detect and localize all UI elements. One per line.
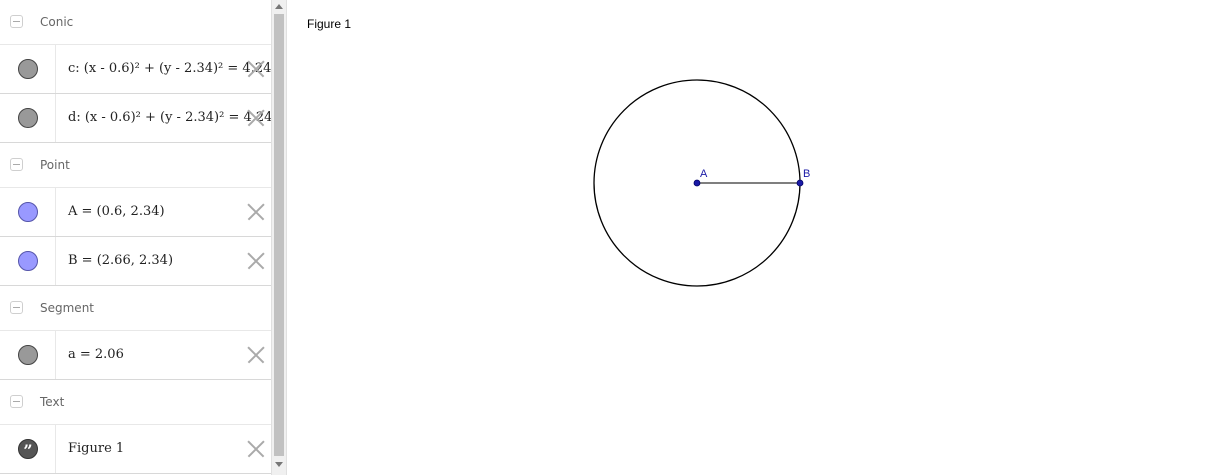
delete-icon[interactable] [247,60,265,78]
marble-icon[interactable] [18,202,38,222]
delete-icon[interactable] [247,203,265,221]
algebra-item-c[interactable]: c: (x - 0.6)² + (y - 2.34)² = 4.24 [0,45,271,94]
algebra-item-a[interactable]: A = (0.6, 2.34) [0,188,271,237]
algebra-expression[interactable]: c: (x - 0.6)² + (y - 2.34)² = 4.24 [68,45,271,93]
algebra-scrollbar[interactable] [271,0,287,475]
scroll-down-icon[interactable] [275,462,283,467]
algebra-expression[interactable]: a = 2.06 [68,331,124,379]
collapse-icon[interactable] [10,15,23,28]
quote-icon[interactable]: ” [18,439,38,460]
group-header-segment: Segment [0,286,271,331]
visibility-toggle[interactable] [0,237,56,285]
delete-icon[interactable] [247,109,265,127]
group-title: Conic [40,15,74,29]
scroll-up-icon[interactable] [275,4,283,9]
visibility-toggle[interactable] [0,45,56,93]
point-b-label: B [803,168,810,180]
marble-icon[interactable] [18,108,38,128]
marble-icon[interactable] [18,251,38,271]
group-header-text: Text [0,380,271,425]
algebra-expression[interactable]: d: (x - 0.6)² + (y - 2.34)² = 4.24 [68,94,271,142]
marble-icon[interactable] [18,59,38,79]
algebra-expression[interactable]: B = (2.66, 2.34) [68,237,173,285]
group-header-conic: Conic [0,0,271,45]
point-b[interactable] [796,179,804,187]
point-a-label: A [700,168,708,180]
algebra-expression[interactable]: Figure 1 [68,425,124,473]
collapse-icon[interactable] [10,301,23,314]
algebra-view: Conic c: (x - 0.6)² + (y - 2.34)² = 4.24… [0,0,272,475]
collapse-icon[interactable] [10,158,23,171]
algebra-item-segment-a[interactable]: a = 2.06 [0,331,271,380]
group-header-point: Point [0,143,271,188]
algebra-item-text[interactable]: ” Figure 1 [0,425,271,474]
marble-icon[interactable] [18,345,38,365]
point-a[interactable] [693,179,701,187]
visibility-toggle[interactable] [0,188,56,236]
group-title: Point [40,158,70,172]
scroll-thumb[interactable] [274,14,284,456]
collapse-icon[interactable] [10,395,23,408]
visibility-toggle[interactable] [0,331,56,379]
algebra-item-d[interactable]: d: (x - 0.6)² + (y - 2.34)² = 4.24 [0,94,271,143]
graphics-canvas[interactable]: A B [292,0,1216,475]
group-title: Text [40,395,65,409]
delete-icon[interactable] [247,252,265,270]
visibility-toggle[interactable]: ” [0,425,56,473]
algebra-expression[interactable]: A = (0.6, 2.34) [68,188,165,236]
delete-icon[interactable] [247,346,265,364]
delete-icon[interactable] [247,440,265,458]
group-title: Segment [40,301,94,315]
graphics-view[interactable]: Figure 1 A B [292,0,1216,475]
algebra-item-b[interactable]: B = (2.66, 2.34) [0,237,271,286]
visibility-toggle[interactable] [0,94,56,142]
